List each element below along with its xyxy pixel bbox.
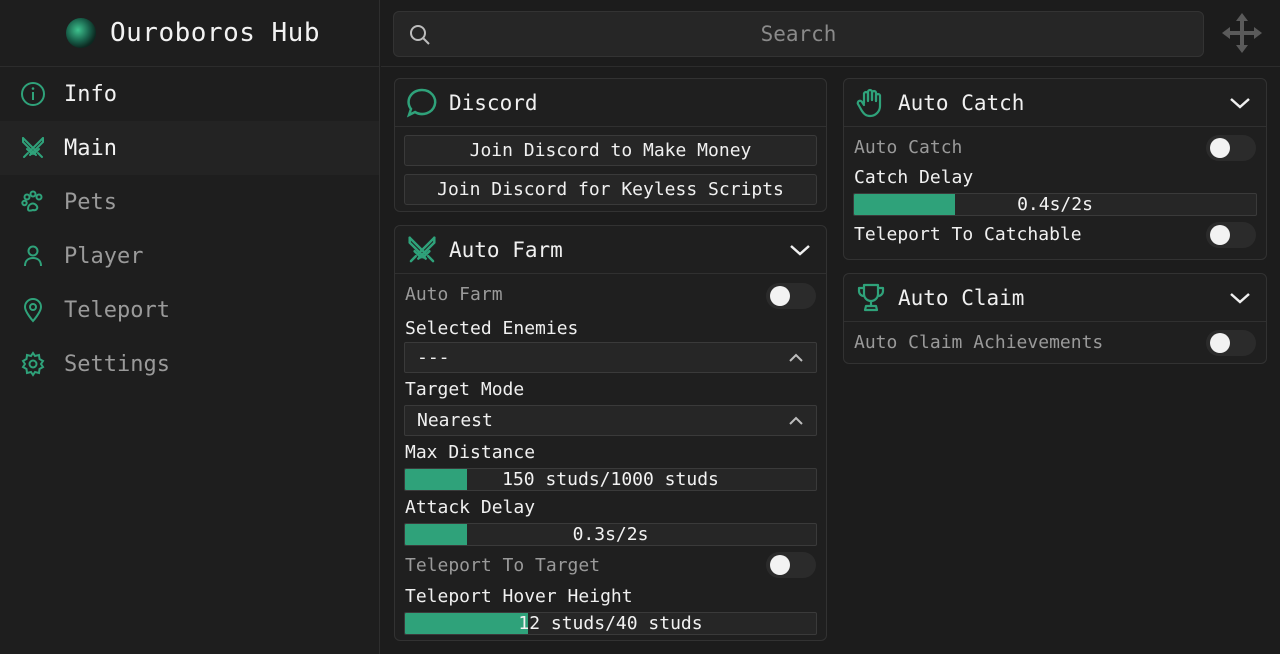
toggle-knob: [770, 555, 790, 575]
hand-icon: [854, 86, 888, 120]
chevron-down-icon[interactable]: [1228, 91, 1252, 119]
selected-enemies-row: Selected Enemies: [395, 318, 826, 342]
catch-delay-slider[interactable]: 0.4s/2s: [853, 193, 1257, 216]
chevron-down-icon[interactable]: [788, 238, 812, 266]
ouroboros-logo-icon: [66, 18, 96, 48]
sidebar-item-settings[interactable]: Settings: [0, 337, 379, 391]
toggle-knob: [770, 286, 790, 306]
search-icon: [408, 23, 432, 51]
chevron-up-icon: [788, 413, 804, 433]
sidebar-item-player[interactable]: Player: [0, 229, 379, 283]
join-discord-keyless-button[interactable]: Join Discord for Keyless Scripts: [404, 174, 817, 205]
search-input[interactable]: [394, 12, 1203, 56]
sidebar-item-label: Main: [64, 135, 117, 161]
info-icon: [20, 81, 46, 107]
auto-farm-label: Auto Farm: [405, 284, 503, 305]
auto-farm-card: Auto Farm Auto Farm Selected Enemies ---…: [394, 225, 827, 641]
brand-header: Ouroboros Hub: [0, 0, 379, 67]
top-bar: [381, 0, 1280, 67]
target-mode-dropdown[interactable]: Nearest: [404, 405, 817, 436]
sidebar-nav: Info Main Pets Player Teleport Settings: [0, 67, 379, 391]
sidebar-item-label: Pets: [64, 189, 117, 215]
auto-catch-card: Auto Catch Auto Catch Catch Delay 0.4s/2…: [843, 78, 1267, 260]
teleport-to-target-label: Teleport To Target: [405, 555, 601, 576]
hub-window: Ouroboros Hub Info Main Pets Player Tele…: [0, 0, 1280, 654]
auto-catch-card-header[interactable]: Auto Catch: [844, 79, 1266, 127]
discord-card: Discord Join Discord to Make Money Join …: [394, 78, 827, 212]
user-icon: [20, 243, 46, 269]
card-title: Auto Catch: [898, 90, 1025, 115]
card-title: Discord: [449, 90, 538, 115]
toggle-knob: [1210, 138, 1230, 158]
max-distance-row: Max Distance: [395, 436, 826, 468]
attack-delay-slider[interactable]: 0.3s/2s: [404, 523, 817, 546]
auto-claim-card: Auto Claim Auto Claim Achievements: [843, 273, 1267, 364]
auto-claim-achievements-row: Auto Claim Achievements: [844, 322, 1266, 364]
chevron-up-icon: [788, 350, 804, 370]
trophy-icon: [854, 281, 888, 315]
auto-claim-card-header[interactable]: Auto Claim: [844, 274, 1266, 322]
auto-catch-label: Auto Catch: [854, 137, 963, 158]
card-title: Auto Farm: [449, 237, 563, 262]
teleport-to-catchable-label: Teleport To Catchable: [854, 224, 1082, 245]
attack-delay-label: Attack Delay: [405, 497, 536, 518]
teleport-to-catchable-toggle[interactable]: [1206, 222, 1256, 248]
gear-icon: [20, 351, 46, 377]
sidebar-item-label: Settings: [64, 351, 170, 377]
max-distance-label: Max Distance: [405, 442, 536, 463]
teleport-to-catchable-row: Teleport To Catchable: [844, 216, 1266, 256]
auto-claim-achievements-label: Auto Claim Achievements: [854, 332, 1104, 353]
catch-delay-label: Catch Delay: [854, 167, 974, 188]
chat-bubble-icon: [405, 86, 439, 120]
auto-claim-achievements-toggle[interactable]: [1206, 330, 1256, 356]
sidebar-item-pets[interactable]: Pets: [0, 175, 379, 229]
discord-card-header: Discord: [395, 79, 826, 127]
auto-farm-card-header[interactable]: Auto Farm: [395, 226, 826, 274]
chevron-down-icon[interactable]: [1228, 286, 1252, 314]
sidebar-item-main[interactable]: Main: [0, 121, 379, 175]
swords-icon: [20, 135, 46, 161]
target-mode-row: Target Mode: [395, 373, 826, 405]
auto-farm-toggle[interactable]: [766, 283, 816, 309]
max-distance-slider[interactable]: 150 studs/1000 studs: [404, 468, 817, 491]
paw-icon: [20, 189, 46, 215]
swords-icon: [405, 233, 439, 267]
selected-enemies-value: ---: [417, 347, 450, 368]
search-box: [393, 11, 1204, 57]
auto-catch-toggle[interactable]: [1206, 135, 1256, 161]
max-distance-value: 150 studs/1000 studs: [502, 469, 719, 490]
hover-height-row: Teleport Hover Height: [395, 586, 826, 612]
toggle-knob: [1210, 333, 1230, 353]
teleport-to-target-row: Teleport To Target: [395, 546, 826, 586]
move-icon[interactable]: [1222, 13, 1262, 57]
sidebar-item-label: Player: [64, 243, 144, 269]
sidebar: Ouroboros Hub Info Main Pets Player Tele…: [0, 0, 380, 654]
auto-farm-row: Auto Farm: [395, 274, 826, 318]
attack-delay-value: 0.3s/2s: [572, 524, 649, 545]
sidebar-item-label: Info: [64, 81, 117, 107]
attack-delay-row: Attack Delay: [395, 491, 826, 523]
hover-height-value: 12 studs/40 studs: [518, 613, 703, 634]
card-title: Auto Claim: [898, 285, 1025, 310]
map-pin-icon: [20, 297, 46, 323]
toggle-knob: [1210, 225, 1230, 245]
teleport-to-target-toggle[interactable]: [766, 552, 816, 578]
sidebar-item-teleport[interactable]: Teleport: [0, 283, 379, 337]
sidebar-item-info[interactable]: Info: [0, 67, 379, 121]
hover-height-label: Teleport Hover Height: [405, 586, 633, 607]
join-discord-money-button[interactable]: Join Discord to Make Money: [404, 135, 817, 166]
selected-enemies-label: Selected Enemies: [405, 318, 579, 339]
app-title: Ouroboros Hub: [110, 18, 320, 48]
sidebar-item-label: Teleport: [64, 297, 170, 323]
selected-enemies-dropdown[interactable]: ---: [404, 342, 817, 373]
hover-height-slider[interactable]: 12 studs/40 studs: [404, 612, 817, 635]
target-mode-value: Nearest: [417, 410, 493, 431]
auto-catch-row: Auto Catch: [844, 127, 1266, 167]
catch-delay-row: Catch Delay: [844, 167, 1266, 193]
target-mode-label: Target Mode: [405, 379, 525, 400]
catch-delay-value: 0.4s/2s: [1017, 194, 1093, 215]
